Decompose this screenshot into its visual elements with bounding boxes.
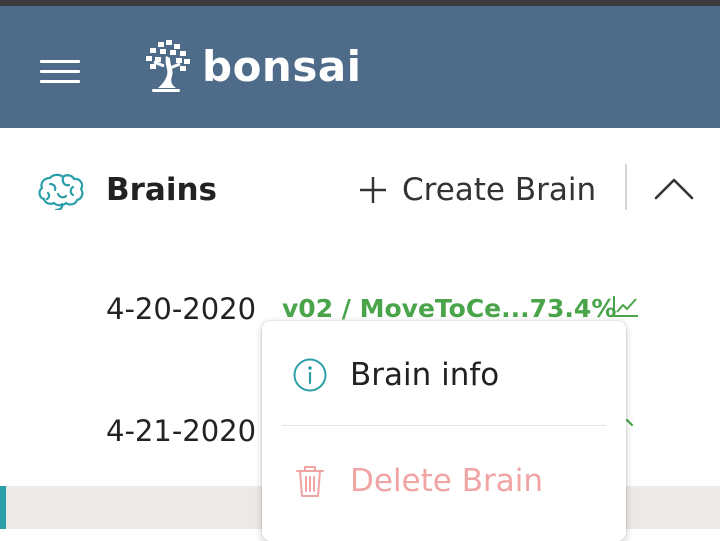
hamburger-line (40, 80, 80, 83)
trash-icon (296, 466, 324, 497)
brains-section-header: Brains Create Brain (0, 128, 720, 250)
chevron-up-icon[interactable] (652, 168, 696, 208)
brain-icon (38, 173, 84, 210)
create-brain-button[interactable]: Create Brain (358, 164, 596, 216)
selection-accent (0, 486, 6, 529)
delete-brain-label: Delete Brain (350, 463, 543, 499)
info-icon (293, 358, 327, 392)
brain-date: 4-21-2020 (106, 414, 257, 448)
delete-brain-menu-item[interactable]: Delete Brain (262, 431, 626, 531)
brain-info-menu-item[interactable]: Brain info (262, 325, 626, 425)
hamburger-line (40, 60, 80, 63)
create-brain-label: Create Brain (402, 172, 597, 208)
header-divider (625, 164, 627, 210)
trend-chart-icon[interactable] (624, 418, 638, 432)
plus-icon (360, 177, 386, 203)
brain-context-menu: Brain info Delete Brain (262, 321, 626, 541)
hamburger-line (40, 70, 80, 73)
hamburger-menu-button[interactable] (40, 58, 80, 86)
app-header: bonsai (0, 6, 720, 128)
trend-chart-icon[interactable] (612, 294, 640, 318)
section-title: Brains (106, 172, 217, 208)
bonsai-tree-icon (146, 40, 190, 92)
bonsai-logo[interactable]: bonsai (136, 36, 362, 96)
brain-date: 4-20-2020 (106, 292, 257, 326)
brain-version-link[interactable]: v02 / MoveToCe...73.4% (282, 294, 616, 323)
logo-text: bonsai (202, 41, 362, 91)
brain-info-label: Brain info (350, 357, 500, 393)
menu-divider (282, 425, 606, 426)
